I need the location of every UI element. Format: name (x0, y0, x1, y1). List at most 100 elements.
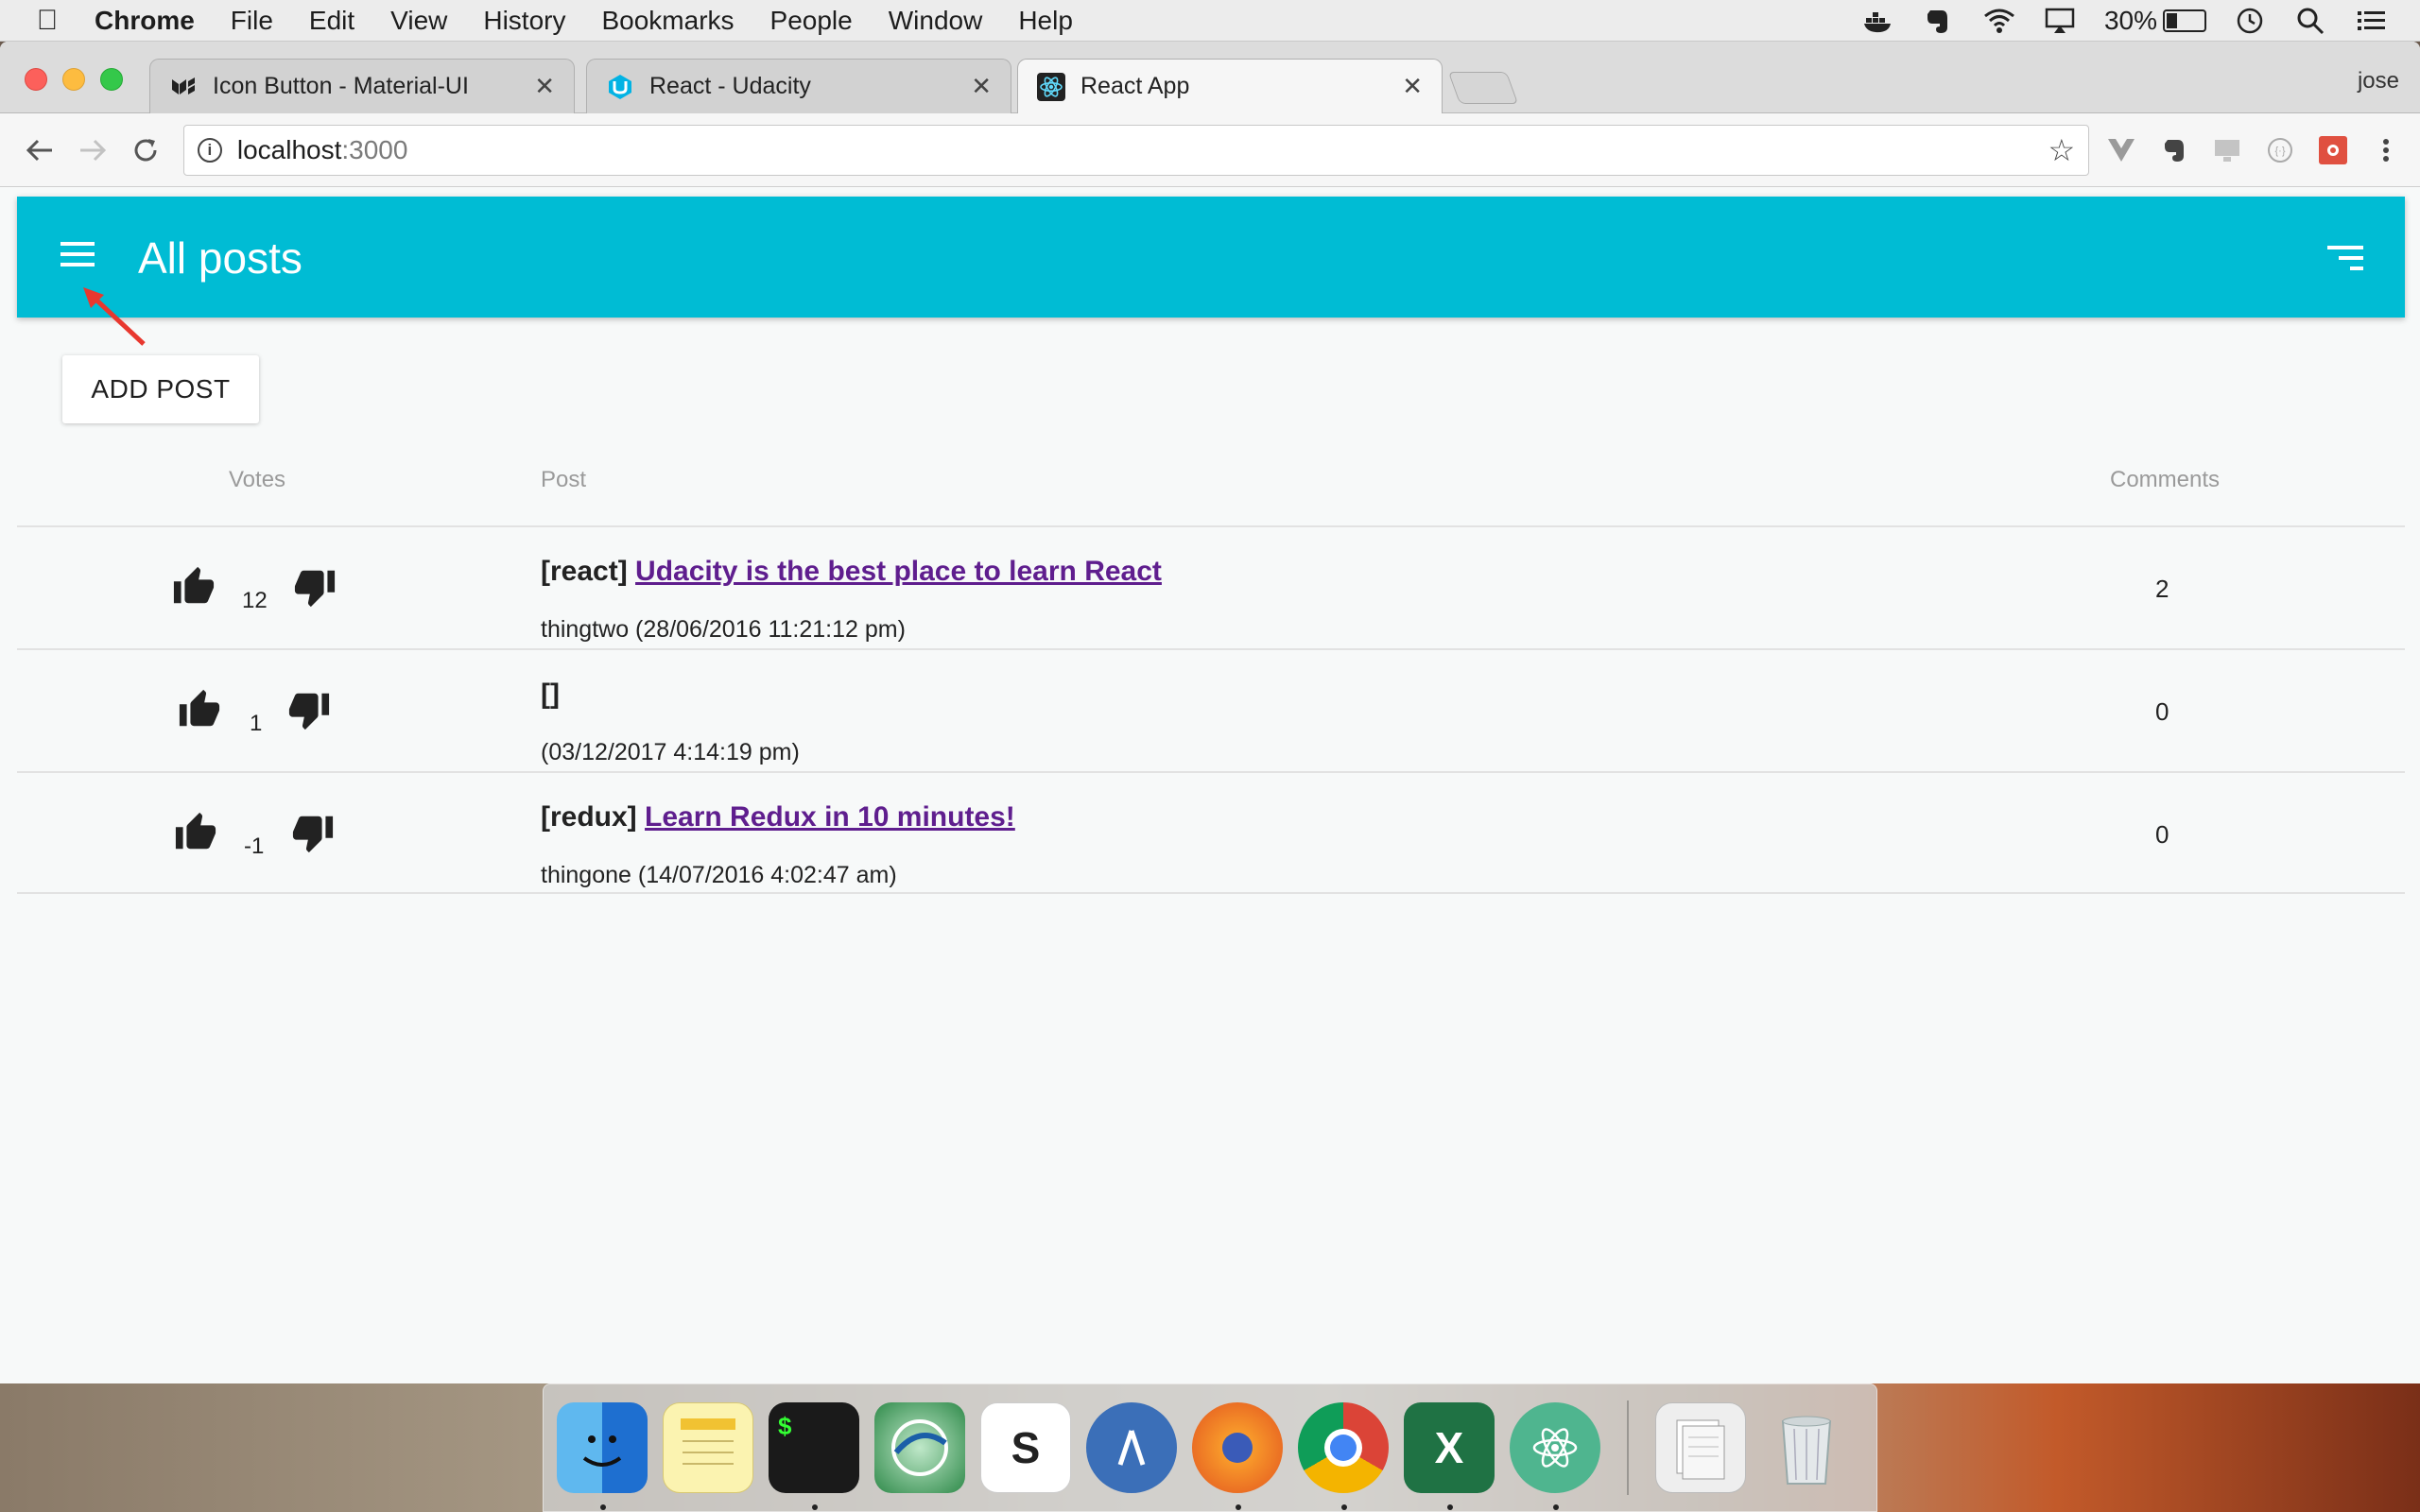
finder-icon[interactable] (557, 1402, 648, 1510)
time-machine-icon[interactable] (2235, 7, 2267, 35)
running-indicator (1341, 1504, 1347, 1510)
add-post-button[interactable]: ADD POST (62, 355, 259, 423)
dock: $ S X (543, 1383, 1877, 1512)
page-title: All posts (138, 233, 302, 283)
url-port: :3000 (341, 134, 408, 164)
post-title: [] (541, 679, 560, 711)
terminal-icon[interactable]: $ (769, 1402, 859, 1510)
battery-level (2167, 12, 2178, 28)
evernote-extension-icon[interactable] (2153, 129, 2195, 171)
battery-status[interactable]: 30% (2104, 6, 2206, 36)
docker-icon[interactable] (1862, 7, 1894, 35)
xamarin-icon[interactable] (1086, 1402, 1177, 1493)
menu-history[interactable]: History (483, 6, 565, 36)
spotlight-search-icon[interactable] (2295, 7, 2327, 35)
menu-app-chrome[interactable]: Chrome (95, 6, 195, 36)
terminal-prompt: $ (778, 1412, 792, 1440)
udacity-icon (606, 73, 634, 101)
documents-icon[interactable] (1655, 1402, 1746, 1493)
address-bar[interactable]: i localhost:3000 ☆ (182, 124, 2090, 176)
json-viewer-icon[interactable]: {·} (2259, 129, 2301, 171)
tab-material-ui[interactable]: Icon Button - Material-UI ✕ (149, 59, 575, 113)
thumb-up-icon[interactable] (176, 688, 223, 731)
vue-devtools-icon[interactable] (2100, 129, 2142, 171)
tab-react-app[interactable]: React App ✕ (1017, 59, 1443, 113)
battery-icon (2163, 9, 2206, 32)
maximize-window-button[interactable] (100, 68, 123, 91)
evernote-icon[interactable] (1923, 7, 1955, 35)
excel-icon[interactable]: X (1404, 1402, 1495, 1510)
back-button[interactable] (13, 124, 66, 177)
info-icon[interactable]: i (197, 137, 222, 163)
firefox-icon[interactable] (1192, 1402, 1283, 1510)
react-icon (1037, 72, 1065, 101)
menu-bar:  Chrome File Edit View History Bookmark… (0, 0, 2420, 42)
vote-count: 12 (242, 588, 268, 613)
atom-icon[interactable] (1510, 1402, 1600, 1510)
menu-edit[interactable]: Edit (309, 6, 354, 36)
hamburger-menu-icon[interactable] (60, 242, 98, 270)
comment-count: 2 (2155, 575, 2169, 603)
chrome-icon[interactable] (1298, 1402, 1389, 1510)
menu-help[interactable]: Help (1018, 6, 1073, 36)
comment-count: 0 (2155, 820, 2169, 849)
apple-menu-icon[interactable]:  (0, 5, 95, 37)
comment-count: 0 (2155, 697, 2169, 726)
battery-percent: 30% (2103, 5, 2157, 35)
menu-bookmarks[interactable]: Bookmarks (601, 6, 734, 36)
dock-separator (1627, 1400, 1629, 1495)
browser-window: Icon Button - Material-UI ✕ React - Udac… (0, 42, 2420, 1383)
notes-icon[interactable] (663, 1402, 753, 1493)
thumb-down-icon[interactable] (291, 565, 338, 609)
post-row: 12 [react] Udacity is the best place to … (17, 525, 2405, 648)
column-header-post: Post (541, 467, 587, 492)
forward-button[interactable] (66, 124, 119, 177)
close-window-button[interactable] (25, 68, 47, 91)
running-indicator (812, 1504, 818, 1510)
post-category: [react] (541, 556, 628, 587)
bookmark-star-icon[interactable]: ☆ (2048, 132, 2076, 168)
menu-people[interactable]: People (770, 6, 853, 36)
profile-name[interactable]: jose (2358, 68, 2399, 94)
tab-strip: Icon Button - Material-UI ✕ React - Udac… (0, 42, 2420, 113)
reload-button[interactable] (119, 124, 172, 177)
notification-center-icon[interactable] (2356, 7, 2388, 35)
thumb-up-icon[interactable] (172, 811, 219, 854)
post-link[interactable]: Learn Redux in 10 minutes! (645, 801, 1015, 833)
post-row: -1 [redux] Learn Redux in 10 minutes! th… (17, 771, 2405, 894)
post-category: [redux] (541, 801, 637, 833)
material-ui-icon (169, 73, 198, 101)
minimize-window-button[interactable] (62, 68, 85, 91)
svg-text:{·}: {·} (2275, 146, 2286, 157)
slack-icon[interactable]: S (980, 1402, 1071, 1493)
url-host: localhost (236, 134, 342, 164)
running-indicator (1447, 1504, 1453, 1510)
react-devtools-icon[interactable] (2312, 129, 2354, 171)
menu-file[interactable]: File (231, 6, 273, 36)
menu-view[interactable]: View (390, 6, 447, 36)
annotation-arrow (83, 287, 146, 346)
new-tab-button[interactable] (1447, 72, 1519, 104)
tab-label: React - Udacity (649, 73, 811, 99)
column-header-comments: Comments (2110, 467, 2221, 492)
thumb-down-icon[interactable] (285, 688, 333, 731)
tab-close-icon[interactable]: ✕ (971, 72, 992, 101)
tab-udacity[interactable]: React - Udacity ✕ (586, 59, 1011, 113)
running-indicator (1553, 1504, 1559, 1510)
post-author-date: (03/12/2017 4:14:19 pm) (541, 739, 800, 765)
trash-icon[interactable] (1761, 1402, 1852, 1493)
thumb-up-icon[interactable] (170, 565, 217, 609)
sort-icon[interactable] (2325, 246, 2363, 272)
wifi-icon[interactable] (1983, 7, 2015, 35)
airplay-icon[interactable] (2044, 7, 2076, 35)
web-page: All posts ADD POST Votes Post Comments 1… (0, 187, 2420, 1383)
network-icon[interactable] (874, 1402, 965, 1493)
post-link[interactable]: Udacity is the best place to learn React (635, 556, 1162, 587)
tab-close-icon[interactable]: ✕ (534, 72, 555, 101)
thumb-down-icon[interactable] (289, 811, 337, 854)
tab-close-icon[interactable]: ✕ (1402, 72, 1423, 101)
cast-extension-icon[interactable] (2206, 129, 2248, 171)
more-options-icon[interactable] (2365, 129, 2407, 171)
running-indicator (600, 1504, 606, 1510)
menu-window[interactable]: Window (889, 6, 983, 36)
